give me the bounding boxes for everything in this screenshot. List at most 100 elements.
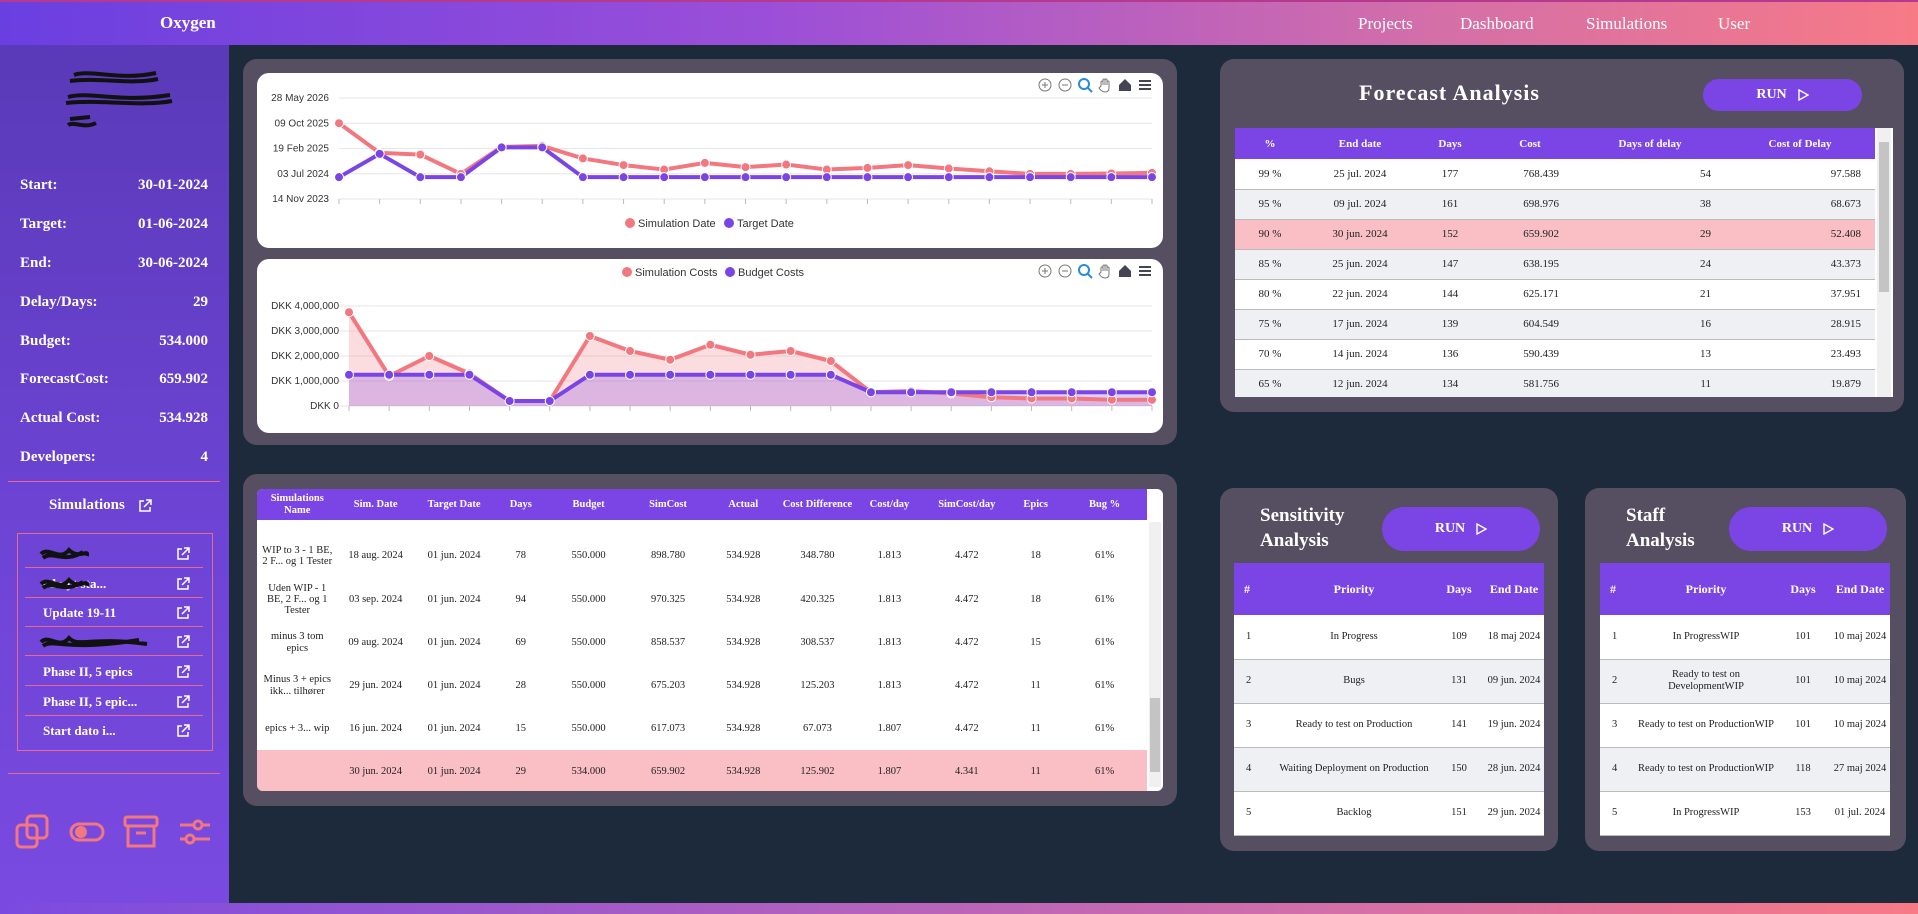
data-point (781, 159, 792, 170)
simulations-link[interactable]: Simulations (49, 497, 153, 514)
simulation-list-item[interactable]: Update 19-11 (25, 599, 203, 627)
table-row[interactable]: epics + 3... wip 16 jun. 2024 01 jun. 2024… (257, 707, 1147, 750)
external-link-icon[interactable] (175, 576, 191, 592)
y-tick-label: DKK 0 (310, 401, 339, 412)
archive-icon[interactable] (122, 813, 160, 851)
table-row[interactable]: 80 % 22 jun. 2024 144 625.171 21 37.951 (1235, 279, 1875, 310)
scrollbar-thumb[interactable] (1150, 698, 1160, 772)
forecast-scrollbar[interactable] (1877, 128, 1891, 397)
table-cell: 61% (1094, 593, 1115, 605)
table-cell: 136 (1415, 339, 1485, 370)
table-row[interactable]: 3 Ready to test on ProductionWIP 101 10 maj… (1600, 703, 1890, 748)
table-row[interactable]: 2 Ready to test on DevelopmentWIP 101 10 ma… (1600, 659, 1890, 704)
table-cell: 101 (1776, 615, 1830, 660)
data-point (740, 172, 751, 183)
table-cell: 1.813 (877, 593, 902, 605)
legend-marker (622, 267, 632, 277)
table-row[interactable]: 1 In ProgressWIP 101 10 maj 2024 (1600, 615, 1890, 660)
simulation-list-item[interactable] (25, 628, 203, 656)
table-cell: 10 maj 2024 (1830, 703, 1890, 748)
date-line-chart: 28 May 2026 09 Oct 2025 19 Feb 2025 03 Jul … (271, 93, 1157, 230)
data-point (699, 157, 710, 168)
scrollbar-thumb[interactable] (1879, 142, 1889, 292)
table-cell: 28 jun. 2024 (1484, 747, 1544, 792)
table-cell: 659.902 (629, 750, 707, 791)
table-row[interactable]: 75 % 17 jun. 2024 139 604.549 16 28.915 (1235, 309, 1875, 340)
data-point (785, 369, 796, 380)
table-row[interactable]: Minus 3 + epics ikk... tilhører 29 jun. 2… (257, 664, 1147, 707)
simulation-list-item[interactable]: Phase II, 5 epics (25, 658, 203, 686)
table-row[interactable]: 95 % 09 jul. 2024 161 698.976 38 68.673 (1235, 189, 1875, 220)
table-row[interactable]: 90 % 30 jun. 2024 152 659.902 29 52.408 (1235, 219, 1875, 250)
table-cell: 153 (1776, 791, 1830, 836)
table-row[interactable]: minus 3 tom epics 09 aug. 2024 01 jun. 202… (257, 621, 1147, 664)
table-row[interactable]: Uden WIP - 1 BE, 2 F... og 1 Tester 03 se… (257, 578, 1147, 621)
table-row[interactable]: 5 Backlog 151 29 jun. 2024 (1234, 791, 1544, 836)
nav-user[interactable]: User (1718, 14, 1750, 34)
table-cell: 68.673 (1725, 189, 1875, 220)
data-point (618, 172, 629, 183)
settings-sliders-icon[interactable] (176, 813, 214, 851)
data-point (825, 356, 836, 366)
top-navbar: Oxygen Projects Dashboard Simulations Us… (0, 0, 1918, 45)
table-row[interactable]: 4 Waiting Deployment on Production 150 28 j… (1234, 747, 1544, 792)
table-cell: 18 (1030, 593, 1041, 605)
table-row[interactable]: WIP to 3 - 1 BE, 2 F... og 1 Tester 18 au… (257, 520, 1147, 578)
nav-simulations[interactable]: Simulations (1586, 14, 1667, 34)
table-row[interactable]: 70 % 14 jun. 2024 136 590.439 13 23.493 (1235, 339, 1875, 370)
simulation-list-item[interactable]: Phase II, 5 epic... (25, 688, 203, 716)
table-cell: 94 (515, 593, 527, 605)
table-cell: 11 (1009, 750, 1063, 791)
table-row[interactable]: 2 Bugs 131 09 jun. 2024 (1234, 659, 1544, 704)
external-link-icon[interactable] (175, 723, 191, 739)
external-link-icon[interactable] (175, 605, 191, 621)
sensitivity-run-button[interactable]: RUN (1382, 507, 1540, 551)
external-link-icon[interactable] (175, 694, 191, 710)
table-cell: 11 (1030, 679, 1041, 691)
table-row[interactable]: 85 % 25 jun. 2024 147 638.195 24 43.373 (1235, 249, 1875, 280)
table-row[interactable]: 30 jun. 2024 01 jun. 2024 29 534.000 659.902… (257, 750, 1147, 791)
table-cell: Bugs (1274, 659, 1434, 704)
table-cell: 534.928 (726, 679, 761, 691)
data-point (943, 172, 954, 183)
copy-icon[interactable] (14, 813, 52, 851)
legend-marker (724, 218, 734, 228)
table-row[interactable]: 65 % 12 jun. 2024 134 581.756 11 19.879 (1235, 369, 1875, 397)
forecast-run-button[interactable]: RUN (1703, 79, 1862, 111)
external-link-icon[interactable] (175, 664, 191, 680)
table-cell: 144 (1415, 279, 1485, 310)
stat-value: 534.928 (159, 410, 208, 426)
app-brand[interactable]: Oxygen (160, 13, 216, 33)
table-scrollbar[interactable] (1149, 522, 1161, 787)
data-point (1065, 172, 1076, 183)
toggle-icon[interactable] (68, 813, 106, 851)
data-point (384, 369, 395, 380)
data-point (825, 369, 836, 380)
table-cell: 29 jun. 2024 (1484, 791, 1544, 836)
simulation-list-item[interactable]: ed nyt sta... (25, 570, 203, 598)
legend-label: Budget Costs (738, 267, 805, 279)
table-cell: epics + 3... wip (265, 722, 330, 734)
column-header: # (1600, 563, 1636, 615)
table-row[interactable]: 5 In ProgressWIP 153 01 jul. 2024 (1600, 791, 1890, 836)
cost-chart-card: DKK 4,000,000 DKK 3,000,000 DKK 2,000,000 D… (257, 259, 1163, 433)
table-cell: 67.073 (803, 722, 832, 734)
external-link-icon[interactable] (175, 634, 191, 650)
simulation-list-item[interactable] (25, 540, 203, 568)
stat-end: End: 30-06-2024 (20, 255, 208, 272)
sidebar-divider (8, 481, 220, 482)
table-row[interactable]: 99 % 25 jul. 2024 177 768.439 54 97.588 (1235, 159, 1875, 190)
table-row[interactable]: 3 Ready to test on Production 141 19 jun. 2… (1234, 703, 1544, 748)
table-cell: 01 jun. 2024 (427, 722, 481, 734)
simulation-list-item[interactable]: Start dato i... (25, 717, 203, 745)
data-point (699, 172, 710, 183)
external-link-icon[interactable] (175, 546, 191, 562)
nav-projects[interactable]: Projects (1358, 14, 1413, 34)
nav-dashboard[interactable]: Dashboard (1460, 14, 1534, 34)
table-row[interactable]: 1 In Progress 109 18 maj 2024 (1234, 615, 1544, 660)
staff-run-button[interactable]: RUN (1729, 507, 1887, 551)
table-row[interactable]: 4 Ready to test on ProductionWIP 118 27 maj… (1600, 747, 1890, 792)
table-cell: 18 aug. 2024 (348, 550, 403, 562)
data-point (745, 349, 756, 360)
stat-value: 30-06-2024 (138, 255, 208, 271)
